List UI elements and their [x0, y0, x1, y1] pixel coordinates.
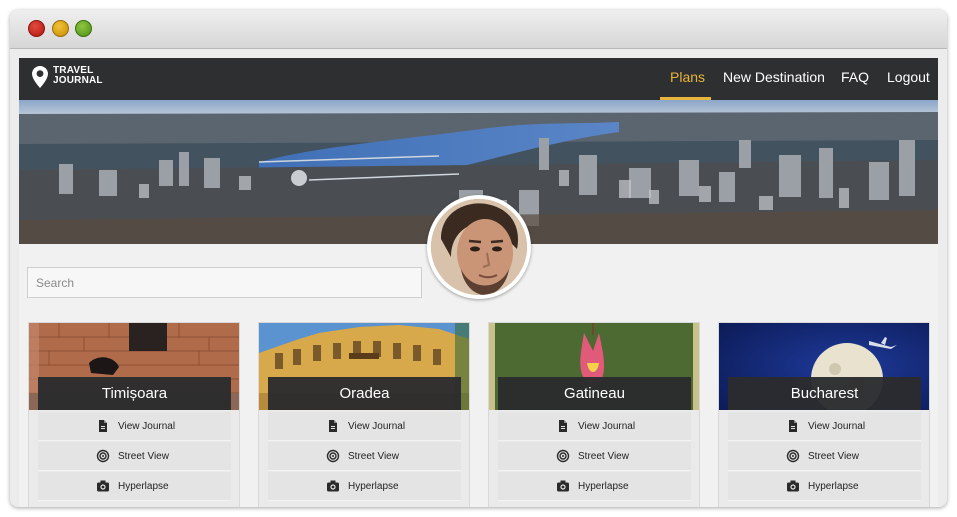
document-icon: [99, 420, 107, 432]
target-icon: [96, 449, 110, 463]
action-label: Street View: [118, 451, 169, 462]
action-label: Hyperlapse: [348, 481, 399, 492]
street-view-button[interactable]: Street View: [728, 442, 921, 471]
hyperlapse-button[interactable]: Hyperlapse: [498, 472, 691, 501]
street-view-button[interactable]: Street View: [498, 442, 691, 471]
camera-icon: [557, 480, 569, 492]
target-icon: [786, 449, 800, 463]
action-label: Street View: [578, 451, 629, 462]
action-label: Hyperlapse: [808, 481, 859, 492]
map-pin-icon: [32, 66, 48, 88]
camera-icon: [787, 480, 799, 492]
view-journal-button[interactable]: View Journal: [728, 412, 921, 441]
card-city-name[interactable]: Gatineau: [498, 377, 691, 410]
target-icon: [556, 449, 570, 463]
nav-item-plans[interactable]: Plans: [670, 58, 705, 100]
view-journal-button[interactable]: View Journal: [268, 412, 461, 441]
camera-icon: [327, 480, 339, 492]
minimize-window-button[interactable]: [52, 20, 69, 37]
nav-item-new-destination[interactable]: New Destination: [723, 58, 825, 100]
street-view-button[interactable]: Street View: [38, 442, 231, 471]
window-titlebar: [10, 10, 947, 49]
camera-icon: [97, 480, 109, 492]
document-icon: [329, 420, 337, 432]
close-window-button[interactable]: [28, 20, 45, 37]
action-label: Hyperlapse: [578, 481, 629, 492]
card-city-name[interactable]: Timișoara: [38, 377, 231, 410]
logo-line-2: JOURNAL: [53, 75, 103, 86]
page-viewport: TRAVEL JOURNAL Plans New Destination FAQ…: [19, 58, 938, 507]
view-journal-button[interactable]: View Journal: [38, 412, 231, 441]
avatar-photo: [431, 199, 527, 295]
nav-item-logout[interactable]: Logout: [887, 58, 930, 100]
card-city-name[interactable]: Oradea: [268, 377, 461, 410]
view-journal-button[interactable]: View Journal: [498, 412, 691, 441]
action-label: View Journal: [118, 421, 176, 432]
hyperlapse-button[interactable]: Hyperlapse: [268, 472, 461, 501]
user-avatar[interactable]: [427, 195, 531, 299]
action-label: View Journal: [348, 421, 406, 432]
action-label: Street View: [348, 451, 399, 462]
search-input[interactable]: [27, 267, 422, 298]
destination-card: Oradea View Journal Street View Hyperlap…: [258, 322, 470, 507]
hyperlapse-button[interactable]: Hyperlapse: [728, 472, 921, 501]
top-navbar: TRAVEL JOURNAL Plans New Destination FAQ…: [19, 58, 938, 100]
maximize-window-button[interactable]: [75, 20, 92, 37]
hyperlapse-button[interactable]: Hyperlapse: [38, 472, 231, 501]
destination-card: Timișoara View Journal Street View Hyper…: [28, 322, 240, 507]
logo-text[interactable]: TRAVEL JOURNAL: [53, 66, 103, 86]
document-icon: [789, 420, 797, 432]
destination-card: Bucharest View Journal Street View Hyper…: [718, 322, 930, 507]
browser-window: TRAVEL JOURNAL Plans New Destination FAQ…: [10, 10, 947, 507]
destination-card: Gatineau View Journal Street View Hyperl…: [488, 322, 700, 507]
document-icon: [559, 420, 567, 432]
target-icon: [326, 449, 340, 463]
nav-item-faq[interactable]: FAQ: [841, 58, 869, 100]
action-label: View Journal: [578, 421, 636, 432]
action-label: Street View: [808, 451, 859, 462]
action-label: View Journal: [808, 421, 866, 432]
action-label: Hyperlapse: [118, 481, 169, 492]
street-view-button[interactable]: Street View: [268, 442, 461, 471]
card-city-name[interactable]: Bucharest: [728, 377, 921, 410]
